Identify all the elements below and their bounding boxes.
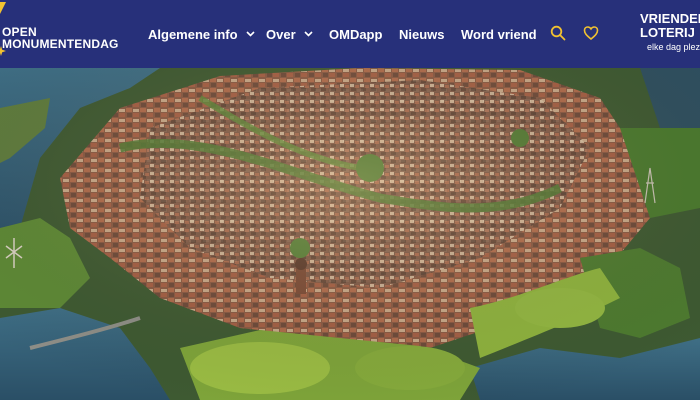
- nav-item-nieuws[interactable]: Nieuws: [399, 0, 445, 68]
- chevron-down-icon: [246, 31, 255, 37]
- nav-item-word-vriend[interactable]: Word vriend: [461, 0, 537, 68]
- top-navbar: OPEN MONUMENTENDAG Algemene info Over OM…: [0, 0, 700, 68]
- nav-item-over[interactable]: Over: [266, 0, 313, 68]
- logo-mark-icon: [0, 2, 6, 14]
- logo-star-icon: [0, 46, 6, 56]
- nav-item-label: Over: [266, 26, 296, 42]
- heart-icon[interactable]: [583, 25, 599, 41]
- vriendenloterij-logo[interactable]: VRIENDEN LOTERIJ elke dag plezier: [640, 0, 700, 68]
- nav-item-algemene-info[interactable]: Algemene info: [148, 0, 255, 68]
- open-monumentendag-logo[interactable]: OPEN MONUMENTENDAG: [0, 0, 120, 68]
- nav-item-label: Word vriend: [461, 26, 537, 42]
- partner-tagline: elke dag plezier: [647, 42, 700, 52]
- aerial-city-image: [0, 68, 700, 400]
- nav-item-omdapp[interactable]: OMDapp: [329, 0, 382, 68]
- partner-line1: VRIENDEN: [640, 11, 700, 26]
- partner-line2: LOTERIJ: [640, 25, 695, 40]
- hero-aerial-image: [0, 68, 700, 400]
- nav-item-label: Algemene info: [148, 26, 238, 42]
- chevron-down-icon: [304, 31, 313, 37]
- nav-item-label: Nieuws: [399, 26, 445, 42]
- search-icon[interactable]: [550, 25, 566, 41]
- nav-item-label: OMDapp: [329, 26, 383, 42]
- logo-text-line2: MONUMENTENDAG: [2, 37, 119, 51]
